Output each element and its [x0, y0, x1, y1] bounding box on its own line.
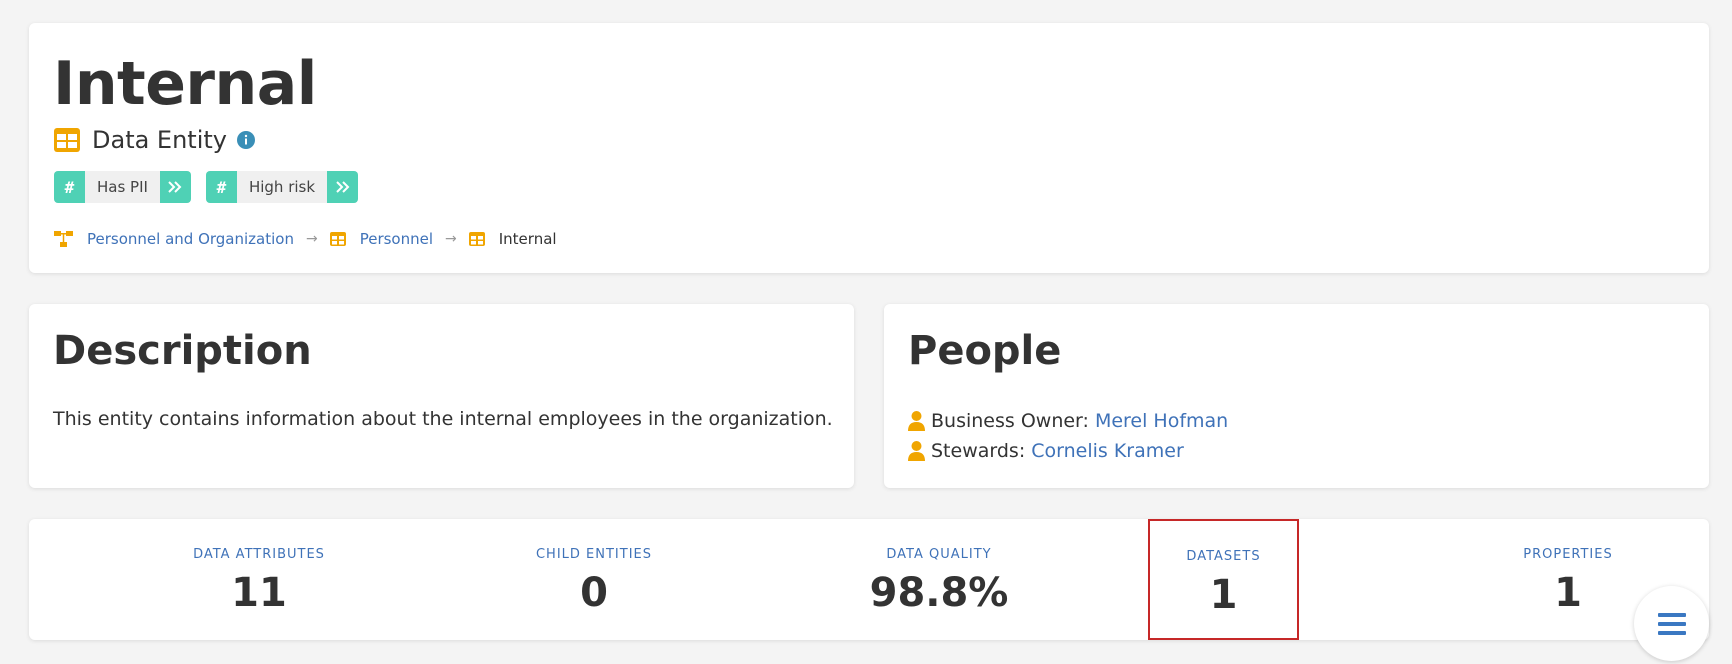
stat-label: DATASETS	[1186, 549, 1261, 564]
person-role: Business Owner:	[931, 410, 1089, 432]
hash-icon: #	[54, 171, 85, 203]
table-icon	[54, 128, 80, 152]
stat-value: 1	[1209, 572, 1238, 618]
stat-data-attributes[interactable]: DATA ATTRIBUTES 11	[139, 519, 379, 640]
info-icon[interactable]	[237, 131, 255, 149]
breadcrumb-current: Internal	[498, 230, 557, 248]
table-icon	[329, 232, 346, 246]
breadcrumb-item-personnel[interactable]: Personnel	[329, 230, 433, 248]
people-card: People Business Owner: Merel Hofman Stew…	[884, 304, 1709, 488]
user-icon	[908, 441, 925, 461]
breadcrumb-link[interactable]: Personnel and Organization	[87, 230, 294, 248]
person-link[interactable]: Merel Hofman	[1095, 410, 1228, 432]
people-title: People	[908, 328, 1062, 374]
stats-card: DATA ATTRIBUTES 11 CHILD ENTITIES 0 DATA…	[29, 519, 1709, 640]
tag-label: High risk	[248, 178, 316, 196]
entity-header-card: Internal Data Entity # Has PII # High ri…	[29, 23, 1709, 273]
description-card: Description This entity contains informa…	[29, 304, 854, 488]
breadcrumb-separator: →	[305, 231, 318, 247]
double-chevron-right-icon[interactable]	[327, 171, 359, 203]
people-list: Business Owner: Merel Hofman Stewards: C…	[908, 406, 1228, 466]
breadcrumb-item-internal: Internal	[468, 230, 557, 248]
stat-datasets[interactable]: DATASETS 1	[1148, 519, 1299, 640]
tag-high-risk[interactable]: # High risk	[205, 171, 359, 203]
table-icon	[468, 232, 485, 246]
stat-data-quality[interactable]: DATA QUALITY 98.8%	[789, 519, 1089, 640]
description-text: This entity contains information about t…	[53, 408, 833, 430]
stat-value: 1	[1554, 570, 1582, 616]
stat-value: 0	[580, 570, 608, 616]
menu-button[interactable]	[1634, 586, 1709, 661]
person-link[interactable]: Cornelis Kramer	[1031, 440, 1184, 462]
user-icon	[908, 411, 925, 431]
tag-has-pii[interactable]: # Has PII	[54, 171, 191, 203]
tag-label: Has PII	[97, 178, 148, 196]
tag-list: # Has PII # High risk	[54, 171, 359, 203]
stat-child-entities[interactable]: CHILD ENTITIES 0	[474, 519, 714, 640]
hash-icon: #	[205, 171, 237, 203]
description-title: Description	[53, 328, 312, 374]
breadcrumb-item-personnel-and-organization[interactable]: Personnel and Organization	[54, 230, 294, 248]
stat-label: DATA QUALITY	[886, 547, 992, 562]
stat-label: CHILD ENTITIES	[535, 547, 653, 562]
person-row-business-owner: Business Owner: Merel Hofman	[908, 406, 1228, 436]
breadcrumb: Personnel and Organization → Personnel →	[54, 227, 557, 251]
entity-type-row: Data Entity	[54, 123, 255, 157]
person-row-stewards: Stewards: Cornelis Kramer	[908, 436, 1228, 466]
hamburger-menu-icon	[1657, 612, 1686, 636]
entity-type-label: Data Entity	[92, 126, 227, 154]
hierarchy-icon	[54, 231, 73, 247]
stat-value: 98.8%	[869, 570, 1009, 616]
double-chevron-right-icon[interactable]	[159, 171, 191, 203]
stat-value: 11	[231, 570, 287, 616]
page-title: Internal	[53, 49, 317, 119]
breadcrumb-link[interactable]: Personnel	[360, 230, 433, 248]
stat-label: PROPERTIES	[1523, 547, 1613, 562]
stat-label: DATA ATTRIBUTES	[193, 547, 325, 562]
breadcrumb-separator: →	[445, 231, 457, 247]
person-role: Stewards:	[931, 440, 1026, 462]
